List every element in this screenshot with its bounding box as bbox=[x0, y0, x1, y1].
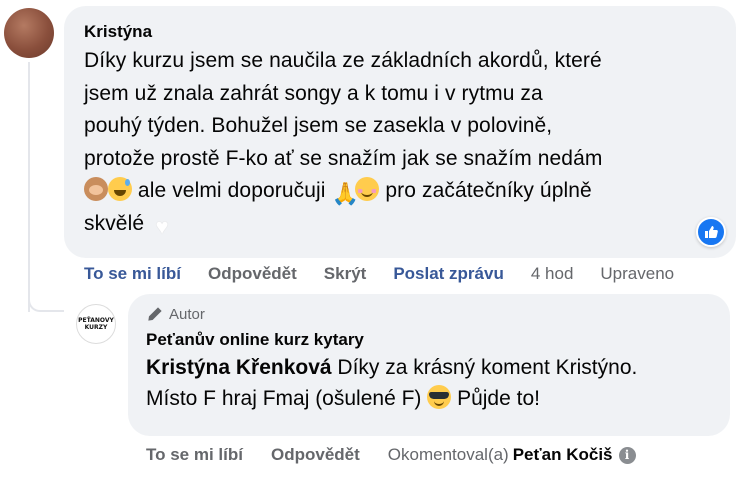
timestamp[interactable]: 4 hod bbox=[531, 264, 574, 284]
comment-line: ale velmi doporučuji 🙏 pro začátečníky ú… bbox=[84, 175, 716, 208]
folded-hands-emoji-icon: 🙏 bbox=[331, 181, 359, 206]
comment-bubble: Kristýna Díky kurzu jsem se naučila ze z… bbox=[64, 6, 736, 258]
comment-fragment: pro začátečníky úplně bbox=[379, 179, 592, 202]
thread-connector bbox=[28, 298, 64, 312]
comment-line: Díky kurzu jsem se naučila ze základních… bbox=[84, 49, 602, 72]
thumbs-up-icon[interactable] bbox=[696, 217, 726, 247]
reply-fragment: Díky za krásný koment Kristýno. bbox=[331, 356, 638, 379]
page-avatar[interactable]: PEŤANOVY KURZY bbox=[76, 304, 116, 344]
comment-text: Díky kurzu jsem se naučila ze základních… bbox=[84, 45, 716, 240]
comment-fragment: ale velmi doporučuji bbox=[132, 179, 332, 202]
reply-line: Místo F hraj Fmaj (ošulené F) Půjde to! bbox=[146, 383, 712, 414]
avatar-logo-text: PEŤANOVY bbox=[78, 317, 114, 324]
comment-fragment: skvělé bbox=[84, 211, 145, 235]
author-badge: Autor bbox=[146, 306, 712, 323]
reply-bubble: Autor Peťanův online kurz kytary Kristýn… bbox=[128, 294, 730, 436]
commented-by-label: Okomentoval(a) bbox=[387, 445, 509, 464]
reply-author[interactable]: Peťanův online kurz kytary bbox=[146, 330, 712, 350]
thread-line bbox=[28, 62, 30, 312]
commenter-link[interactable]: Peťan Kočiš bbox=[513, 445, 613, 465]
sweat-smile-emoji-icon bbox=[108, 177, 132, 201]
info-icon[interactable]: i bbox=[618, 446, 636, 464]
reply-button[interactable]: Odpovědět bbox=[208, 264, 297, 284]
comment-line: pouhý týden. Bohužel jsem se zasekla v p… bbox=[84, 114, 553, 137]
mention-link[interactable]: Kristýna Křenková bbox=[146, 356, 332, 379]
see-no-evil-monkey-emoji-icon bbox=[84, 177, 108, 201]
pencil-icon bbox=[148, 307, 162, 321]
comment-line: skvělé ♥ bbox=[84, 208, 716, 241]
reply-fragment: Půjde to! bbox=[451, 387, 540, 410]
avatar[interactable] bbox=[4, 8, 54, 58]
like-button[interactable]: To se mi líbí bbox=[146, 445, 243, 465]
white-heart-emoji-icon: ♥ bbox=[155, 213, 169, 239]
edited-label: Upraveno bbox=[600, 264, 675, 283]
comment-line: protože prostě F-ko ať se snažím jak se … bbox=[84, 146, 603, 170]
hide-button[interactable]: Skrýt bbox=[324, 264, 367, 284]
blush-emoji-icon bbox=[355, 177, 380, 201]
reply-line: Kristýna Křenková Díky za krásný koment … bbox=[146, 352, 712, 383]
reply-actions: To se mi líbí Odpovědět Okomentoval(a) P… bbox=[146, 445, 636, 465]
reply-text: Kristýna Křenková Díky za krásný koment … bbox=[146, 352, 712, 414]
avatar-logo-text: KURZY bbox=[84, 324, 108, 331]
comment-line: jsem už znala zahrát songy a k tomu i v … bbox=[84, 81, 543, 105]
like-button[interactable]: To se mi líbí bbox=[84, 264, 181, 284]
reply-button[interactable]: Odpovědět bbox=[271, 445, 360, 465]
sunglasses-emoji-icon bbox=[427, 385, 452, 409]
comment-author[interactable]: Kristýna bbox=[84, 22, 716, 42]
author-badge-label: Autor bbox=[169, 306, 205, 323]
reply-fragment: Místo F hraj Fmaj (ošulené F) bbox=[146, 387, 428, 410]
comment-actions: To se mi líbí Odpovědět Skrýt Poslat zpr… bbox=[84, 264, 701, 284]
send-message-button[interactable]: Poslat zprávu bbox=[393, 264, 504, 284]
